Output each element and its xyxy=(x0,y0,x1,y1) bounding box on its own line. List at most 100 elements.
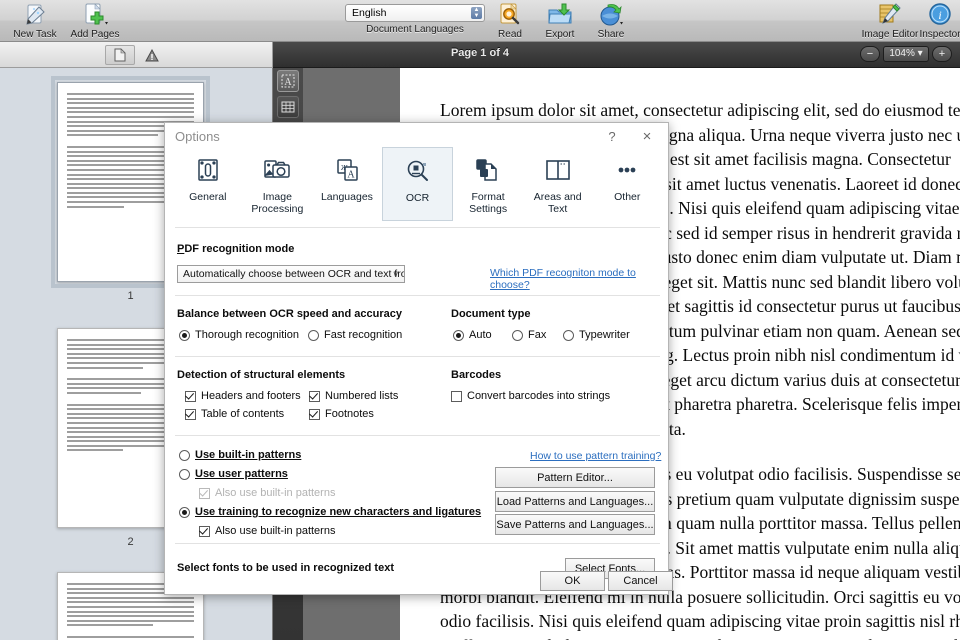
inspector-icon: i xyxy=(927,2,953,28)
inspector-button[interactable]: i Inspector xyxy=(920,2,960,42)
check-headers-and-footers[interactable]: Headers and footers xyxy=(185,390,301,402)
new-task-button[interactable]: New Task xyxy=(4,2,66,42)
tab-areas-and-text-label: Areas and Text xyxy=(523,191,593,215)
svg-text:i: i xyxy=(938,8,941,22)
radio-indicator xyxy=(179,450,190,461)
divider xyxy=(175,435,660,436)
load-patterns-button[interactable]: Load Patterns and Languages... xyxy=(495,491,655,512)
text-area-tool[interactable]: A xyxy=(277,70,299,92)
add-pages-button[interactable]: Add Pages xyxy=(64,2,126,42)
document-type-heading: Document type xyxy=(451,308,530,320)
new-task-icon xyxy=(22,2,48,28)
pattern-training-help-link[interactable]: How to use pattern training? xyxy=(530,450,661,462)
divider xyxy=(175,227,660,228)
divider xyxy=(175,543,660,544)
radio-use-builtin-patterns-label: Use built-in patterns xyxy=(195,449,301,461)
zoom-level-value[interactable]: 104% ▾ xyxy=(883,46,929,62)
application-window: New Task Add Pages English ▲▼ Document L… xyxy=(0,0,960,640)
tab-languages[interactable]: ж A Languages xyxy=(312,147,382,221)
other-icon xyxy=(613,155,641,185)
checkbox-indicator xyxy=(309,391,320,402)
check-also-use-builtin-patterns-training-label: Also use built-in patterns xyxy=(215,525,335,537)
zoom-out-button[interactable]: − xyxy=(860,46,880,62)
tab-image-processing[interactable]: Image Processing xyxy=(243,147,313,221)
languages-icon: ж A xyxy=(334,155,360,185)
dialog-title: Options xyxy=(175,129,220,144)
radio-doctype-fax[interactable]: Fax xyxy=(512,329,546,341)
check-numbered-lists[interactable]: Numbered lists xyxy=(309,390,398,402)
ok-button[interactable]: OK xyxy=(540,571,605,591)
check-also-use-builtin-patterns-training[interactable]: Also use built-in patterns xyxy=(199,525,335,537)
pdf-recognition-heading-rest: DF recognition mode xyxy=(184,243,294,255)
checkbox-indicator xyxy=(185,409,196,420)
svg-text:A: A xyxy=(347,170,355,181)
radio-indicator xyxy=(563,330,574,341)
main-toolbar: New Task Add Pages English ▲▼ Document L… xyxy=(0,0,960,42)
table-area-tool[interactable] xyxy=(277,96,299,118)
document-languages-value[interactable]: English xyxy=(345,4,485,22)
radio-doctype-typewriter-label: Typewriter xyxy=(579,329,630,341)
share-icon xyxy=(598,2,624,28)
pdf-recognition-help-link[interactable]: Which PDF recogniton mode to choose? xyxy=(490,267,668,291)
check-convert-barcodes-label: Convert barcodes into strings xyxy=(467,390,610,402)
check-convert-barcodes[interactable]: Convert barcodes into strings xyxy=(451,390,610,402)
tab-other[interactable]: Other xyxy=(592,147,662,221)
ocr-icon xyxy=(404,156,432,186)
radio-doctype-typewriter[interactable]: Typewriter xyxy=(563,329,630,341)
radio-indicator xyxy=(179,507,190,518)
checkbox-indicator xyxy=(185,391,196,402)
radio-doctype-fax-label: Fax xyxy=(528,329,546,341)
zoom-in-button[interactable]: + xyxy=(932,46,952,62)
new-task-label: New Task xyxy=(13,29,56,40)
help-icon[interactable]: ? xyxy=(604,129,620,145)
radio-use-builtin-patterns[interactable]: Use built-in patterns xyxy=(179,449,301,461)
tab-ocr-label: OCR xyxy=(406,192,429,204)
cancel-button[interactable]: Cancel xyxy=(608,571,673,591)
pattern-editor-button[interactable]: Pattern Editor... xyxy=(495,467,655,488)
tab-languages-label: Languages xyxy=(321,191,373,203)
dialog-tab-strip: General Image Processing xyxy=(165,147,670,224)
divider xyxy=(175,356,660,357)
check-table-of-contents[interactable]: Table of contents xyxy=(185,408,284,420)
general-icon xyxy=(195,155,221,185)
check-table-of-contents-label: Table of contents xyxy=(201,408,284,420)
check-footnotes[interactable]: Footnotes xyxy=(309,408,374,420)
svg-text:A: A xyxy=(284,77,292,88)
barcodes-heading: Barcodes xyxy=(451,369,501,381)
tab-ocr[interactable]: OCR xyxy=(382,147,454,221)
radio-fast-recognition[interactable]: Fast recognition xyxy=(308,329,402,341)
zoom-controls: − 104% ▾ + xyxy=(860,46,952,62)
checkbox-indicator xyxy=(199,488,210,499)
radio-indicator xyxy=(179,469,190,480)
structural-heading: Detection of structural elements xyxy=(177,369,345,381)
check-also-use-builtin-patterns-user: Also use built-in patterns xyxy=(199,487,335,499)
options-dialog[interactable]: Options ? × General xyxy=(164,122,669,595)
tab-format-settings[interactable]: Format Settings xyxy=(453,147,523,221)
add-pages-label: Add Pages xyxy=(71,29,120,40)
divider xyxy=(175,295,660,296)
check-numbered-lists-label: Numbered lists xyxy=(325,390,398,402)
pdf-recognition-mode-select[interactable]: Automatically choose between OCR and tex… xyxy=(177,265,405,283)
document-languages-select[interactable]: English ▲▼ xyxy=(345,4,485,22)
radio-indicator xyxy=(453,330,464,341)
save-patterns-button[interactable]: Save Patterns and Languages... xyxy=(495,514,655,535)
radio-use-user-patterns[interactable]: Use user patterns xyxy=(179,468,288,480)
add-pages-icon xyxy=(82,2,108,28)
image-editor-label: Image Editor xyxy=(862,29,919,40)
radio-fast-recognition-label: Fast recognition xyxy=(324,329,402,341)
radio-use-training-label: Use training to recognize new characters… xyxy=(195,506,481,518)
radio-doctype-auto[interactable]: Auto xyxy=(453,329,492,341)
share-button[interactable]: Share xyxy=(580,2,642,42)
pdf-recognition-heading: PDF recognition mode xyxy=(177,243,294,255)
close-icon[interactable]: × xyxy=(638,128,656,146)
radio-use-training[interactable]: Use training to recognize new characters… xyxy=(179,506,481,518)
read-icon xyxy=(497,2,523,28)
image-editor-button[interactable]: Image Editor xyxy=(855,2,925,42)
chevron-down-icon: ∨ xyxy=(392,266,399,283)
tab-areas-and-text[interactable]: Areas and Text xyxy=(523,147,593,221)
radio-thorough-recognition-label: Thorough recognition xyxy=(195,329,299,341)
tab-general[interactable]: General xyxy=(173,147,243,221)
image-editor-icon xyxy=(877,2,903,28)
radio-thorough-recognition[interactable]: Thorough recognition xyxy=(179,329,299,341)
tab-other-label: Other xyxy=(614,191,640,203)
